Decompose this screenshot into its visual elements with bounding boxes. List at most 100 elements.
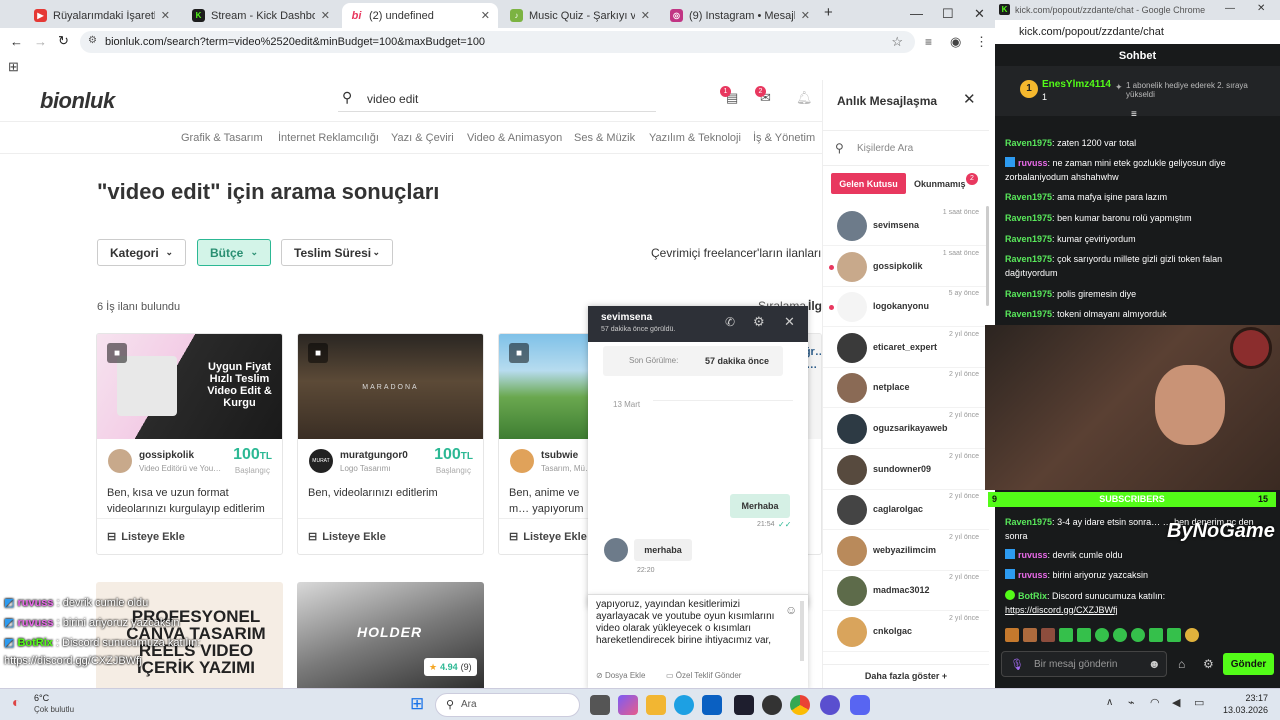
tab-music-quiz[interactable]: ♪ Music Quiz - Şarkıyı veya sanat… ✕ [502, 3, 658, 28]
special-offer-button[interactable]: ▭ Özel Teklif Gönder [666, 671, 741, 680]
conversation-item[interactable]: sevimsena 1 saat önce [823, 206, 989, 246]
conversation-item[interactable]: cnkolgac 2 yıl önce [823, 612, 989, 652]
store-icon[interactable]: ⌂ [1178, 657, 1185, 671]
scrollbar[interactable] [800, 601, 804, 661]
bookmark-star-icon[interactable]: ☆ [891, 34, 903, 50]
edge-icon[interactable] [674, 695, 694, 715]
file-explorer-icon[interactable] [646, 695, 666, 715]
emote-icon[interactable] [1023, 628, 1037, 642]
emote-icon[interactable] [1167, 628, 1181, 642]
chat-username[interactable]: Raven1975 [1005, 138, 1052, 148]
obs-icon[interactable] [762, 695, 782, 715]
battery-icon[interactable]: ▭ [1194, 696, 1204, 709]
close-icon[interactable]: ✕ [801, 9, 810, 22]
seller-name[interactable]: muratgungor0 [340, 450, 408, 461]
network-icon[interactable]: ⌁ [1128, 696, 1135, 709]
emote-icon[interactable] [1077, 628, 1091, 642]
category-link[interactable]: Yazı & Çeviri [391, 132, 454, 144]
clock-date[interactable]: 13.03.2026 [1216, 705, 1268, 715]
emote-icon[interactable] [1005, 628, 1019, 642]
category-link[interactable]: İnternet Reklamcılığı [278, 132, 379, 144]
add-to-list-button[interactable]: ⊟ Listeye Ekle [97, 518, 282, 554]
new-tab-icon[interactable]: + [824, 4, 833, 21]
clock-time[interactable]: 23:17 [1220, 693, 1268, 703]
pinned-username[interactable]: EnesYlmz4114 [1042, 79, 1111, 90]
category-link[interactable]: Yazılım & Teknoloji [649, 132, 741, 144]
category-link[interactable]: Grafik & Tasarım [181, 132, 263, 144]
emote-icon[interactable] [1059, 628, 1073, 642]
chat-username[interactable]: Raven1975 [1005, 192, 1052, 202]
volume-icon[interactable]: ◀ [1172, 696, 1180, 709]
chat-link[interactable]: https://discord.gg/CXZJBWfj [1005, 605, 1118, 615]
bell-icon[interactable]: 🔔︎ [796, 90, 813, 106]
site-search-box[interactable]: ⚲ video edit [338, 86, 656, 112]
menu-icon[interactable]: ⋮ [975, 34, 988, 50]
app-icon[interactable] [734, 695, 754, 715]
close-window-icon[interactable]: ✕ [974, 6, 985, 22]
chat-username[interactable]: Raven1975 [1005, 289, 1052, 299]
filter-delivery-button[interactable]: Teslim Süresi ⌄ [281, 239, 393, 266]
seller-name[interactable]: tsubwie [541, 450, 578, 461]
conversation-item[interactable]: caglarolgac 2 yıl önce [823, 490, 989, 531]
tab-kick[interactable]: K Stream - Kick Dashboard ✕ [184, 3, 338, 28]
url-input[interactable]: ⚙ bionluk.com/search?term=video%2520edit… [80, 31, 915, 53]
site-info-icon[interactable]: ⚙ [88, 35, 97, 46]
reload-icon[interactable]: ↻ [58, 33, 69, 49]
category-link[interactable]: İş & Yönetim [753, 132, 815, 144]
gig-description[interactable]: Ben, kısa ve uzun format videolarınızı k… [107, 485, 277, 517]
conversation-item[interactable]: webyazilimcim 2 yıl önce [823, 531, 989, 571]
attach-button[interactable]: ⊘ Dosya Ekle [596, 671, 645, 680]
close-icon[interactable]: ✕ [161, 9, 170, 22]
emoji-icon[interactable]: ☺ [785, 603, 797, 617]
gig-description[interactable]: Ben, videolarınızı editlerim [308, 485, 478, 501]
seller-name[interactable]: gossipkolik [139, 450, 194, 461]
chat-username[interactable]: ruvuss [1018, 570, 1048, 580]
settings-gear-icon[interactable]: ⚙ [753, 314, 765, 330]
chat-input[interactable]: 🎙︎ Bir mesaj gönderin ☻ [1001, 651, 1167, 677]
chat-username[interactable]: Raven1975 [1005, 309, 1052, 319]
close-icon[interactable]: ✕ [321, 9, 330, 22]
orders-button[interactable]: ▤ 1 [720, 86, 742, 106]
conversation-item[interactable]: eticaret_expert 2 yıl önce [823, 328, 989, 368]
contact-search[interactable]: ⚲ Kişilerde Ara [823, 130, 989, 166]
discord-icon[interactable] [850, 695, 870, 715]
chrome-icon[interactable] [790, 695, 810, 715]
tab-inbox[interactable]: Gelen Kutusu [831, 173, 906, 194]
close-window-icon[interactable]: ✕ [1257, 3, 1265, 14]
emote-icon[interactable] [1131, 628, 1145, 642]
copilot-icon[interactable] [618, 695, 638, 715]
message-input[interactable]: yapıyoruz, yayından kesitlerimizi ayarla… [596, 599, 781, 663]
tab-unread[interactable]: Okunmamış [914, 179, 966, 189]
emote-icon[interactable] [1149, 628, 1163, 642]
app-icon[interactable] [820, 695, 840, 715]
minimize-icon[interactable]: — [910, 6, 923, 21]
profile-icon[interactable]: ◉ [950, 34, 961, 50]
emote-icon[interactable] [1113, 628, 1127, 642]
category-link[interactable]: Ses & Müzik [574, 132, 635, 144]
chat-contact-name[interactable]: sevimsena [601, 312, 652, 323]
emote-icon[interactable] [1095, 628, 1109, 642]
wifi-icon[interactable]: ◠ [1150, 696, 1160, 709]
filter-budget-button[interactable]: Bütçe ⌄ [197, 239, 271, 266]
chat-username[interactable]: BotRix [1018, 591, 1047, 601]
media-control-icon[interactable]: ≡ [925, 35, 932, 49]
category-link[interactable]: Video & Animasyon [467, 132, 562, 144]
scrollbar[interactable] [986, 206, 989, 306]
close-icon[interactable]: ✕ [784, 314, 795, 330]
conversation-item[interactable]: madmac3012 2 yıl önce [823, 571, 989, 612]
gig-card[interactable]: HOLDER ★ 4.94 (9) [297, 582, 484, 688]
chat-username[interactable]: ruvuss [1018, 550, 1048, 560]
gig-description[interactable]: Ben, anime ve m… yapıyorum [509, 485, 599, 517]
tab-bionluk[interactable]: bi (2) undefined ✕ [342, 3, 498, 28]
settings-gear-icon[interactable]: ⚙ [1203, 657, 1214, 671]
emoji-icon[interactable]: ☻ [1148, 657, 1161, 671]
conversation-item[interactable]: netplace 2 yıl önce [823, 368, 989, 409]
apps-grid-icon[interactable]: ⊞ [8, 59, 19, 75]
maximize-icon[interactable]: ☐ [942, 6, 954, 22]
word-icon[interactable] [702, 695, 722, 715]
phone-icon[interactable]: ✆ [725, 315, 735, 329]
show-more-button[interactable]: Daha fazla göster + [823, 664, 989, 688]
taskbar-search[interactable]: ⚲ Ara [435, 693, 580, 717]
expand-icon[interactable]: ≡ [1131, 109, 1137, 120]
conversation-item[interactable]: oguzsarikayaweb 2 yıl önce [823, 409, 989, 449]
